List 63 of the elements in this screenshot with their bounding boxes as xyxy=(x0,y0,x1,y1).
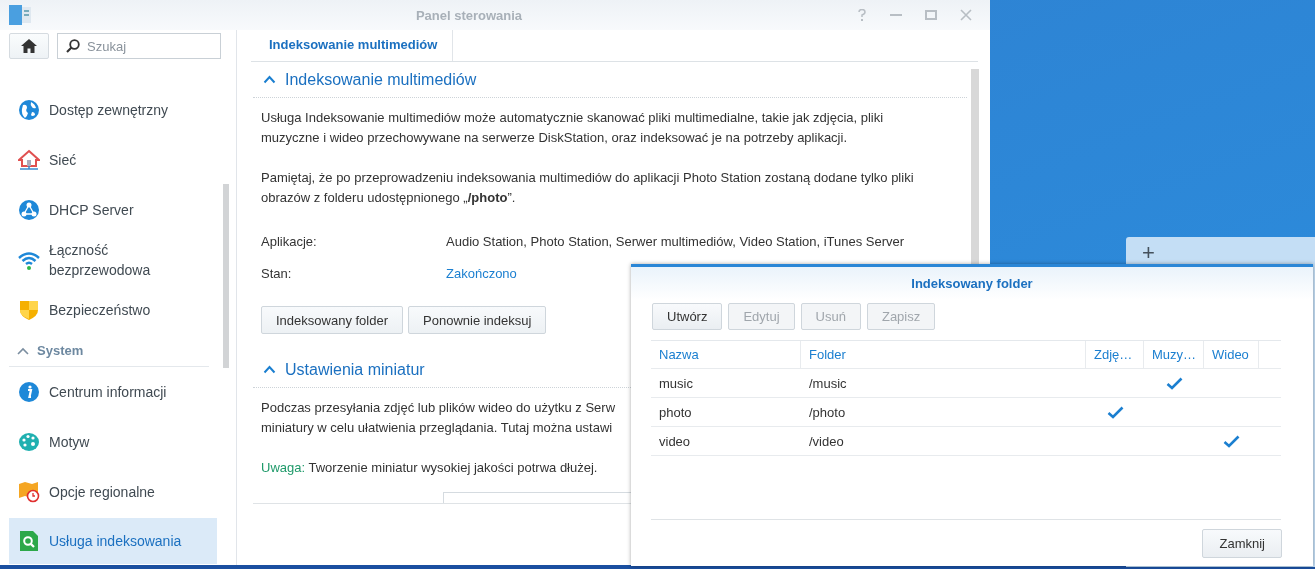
search-document-icon xyxy=(18,530,40,552)
column-header[interactable]: Folder xyxy=(801,341,1086,368)
sidebar-item[interactable]: Dostęp zewnętrzny xyxy=(9,85,217,135)
sidebar-item[interactable]: Motyw xyxy=(9,417,217,467)
maximize-icon[interactable] xyxy=(925,10,937,20)
field-label: Aplikacje: xyxy=(261,233,318,251)
close-icon[interactable] xyxy=(960,9,972,21)
column-header[interactable]: Wideo xyxy=(1204,341,1259,368)
field-value: Audio Station, Photo Station, Serwer multimediów, Video Station, iTunes Server xyxy=(446,233,906,251)
shield-icon xyxy=(18,299,40,321)
caret-icon xyxy=(263,75,276,84)
sidebar-item[interactable]: Usługa indeksowania xyxy=(9,518,217,564)
table-row[interactable]: photo /photo xyxy=(651,398,1281,427)
minimize-icon[interactable] xyxy=(890,14,902,16)
sidebar-item[interactable]: Bezpieczeństwo xyxy=(9,285,217,335)
table-cell-text: video xyxy=(658,432,692,451)
add-button[interactable]: + xyxy=(1142,240,1155,265)
table-cell-text: /video xyxy=(808,432,845,451)
home-icon xyxy=(21,39,37,53)
column-header[interactable]: Zdję… xyxy=(1086,341,1144,368)
network-icon xyxy=(18,199,40,221)
field-label: Stan: xyxy=(261,265,293,283)
sidebar-item[interactable]: Centrum informacji xyxy=(9,367,217,417)
action-button[interactable]: Ponownie indeksuj xyxy=(408,306,547,334)
search-field[interactable]: Szukaj xyxy=(57,33,221,59)
palette-icon xyxy=(18,431,40,453)
table-row[interactable]: video /video xyxy=(651,427,1281,456)
column-header[interactable]: Muzy… xyxy=(1144,341,1204,368)
help-icon[interactable] xyxy=(857,9,867,21)
table-cell-text: /photo xyxy=(808,403,847,422)
note-text: Uwaga: Tworzenie miniatur wysokiej jakości potrwa dłużej. xyxy=(260,459,599,477)
dialog-title: Indeksowany folder xyxy=(631,267,1313,300)
home-button[interactable] xyxy=(9,33,49,59)
wifi-icon xyxy=(18,249,40,271)
globe-icon xyxy=(18,99,40,121)
paragraph-text: obrazów z folderu udostępnionego „/photo”. xyxy=(261,189,516,207)
close-button[interactable]: Zamknij xyxy=(1202,528,1282,558)
paragraph-text: Pamiętaj, że po przeprowadzeniu indeksowania multimediów do aplikacji Photo Station zostaną dodane tylko pliki xyxy=(261,169,914,187)
section-header[interactable]: System xyxy=(9,335,209,367)
status-text: Zakończono xyxy=(446,265,518,283)
paragraph-text: miniatury w celu ułatwienia przeglądania. Tutaj można ustawi xyxy=(261,419,613,437)
toolbar-button[interactable]: Utwórz xyxy=(652,303,723,330)
action-button[interactable]: Indeksowany folder xyxy=(261,306,403,334)
sidebar-item[interactable]: Łączność bezprzewodowa xyxy=(9,235,217,285)
app-icon xyxy=(9,5,31,25)
table-cell-text: photo xyxy=(658,403,693,422)
house-icon xyxy=(18,149,40,171)
caret-icon xyxy=(17,346,29,355)
scrollbar[interactable] xyxy=(223,184,229,368)
tab[interactable]: Indeksowanie multimediów xyxy=(254,30,454,61)
paragraph-text: Podczas przesyłania zdjęć lub plików wideo do użytku z Serw xyxy=(261,399,616,417)
paragraph-text: muzyczne i wideo przechowywane na serwerze DiskStation, oraz indeksować je na potrzeby aplikacji. xyxy=(261,129,847,147)
window-title: Panel sterowania xyxy=(414,7,524,23)
column-header[interactable]: Nazwa xyxy=(651,341,801,368)
paragraph-text: Usługa Indeksowanie multimediów może automatycznie skanować pliki multimedialne, takie jak zdjęcia, pliki xyxy=(261,109,884,127)
caret-icon xyxy=(263,365,276,374)
sidebar-item[interactable]: Opcje regionalne xyxy=(9,467,217,517)
info-icon xyxy=(18,381,40,403)
sidebar-item[interactable]: Sieć xyxy=(9,135,217,185)
map-clock-icon xyxy=(18,481,40,503)
table-row[interactable]: music /music xyxy=(651,369,1281,398)
section-header[interactable]: Indeksowanie multimediów xyxy=(253,62,967,98)
sidebar-item[interactable]: DHCP Server xyxy=(9,185,217,235)
